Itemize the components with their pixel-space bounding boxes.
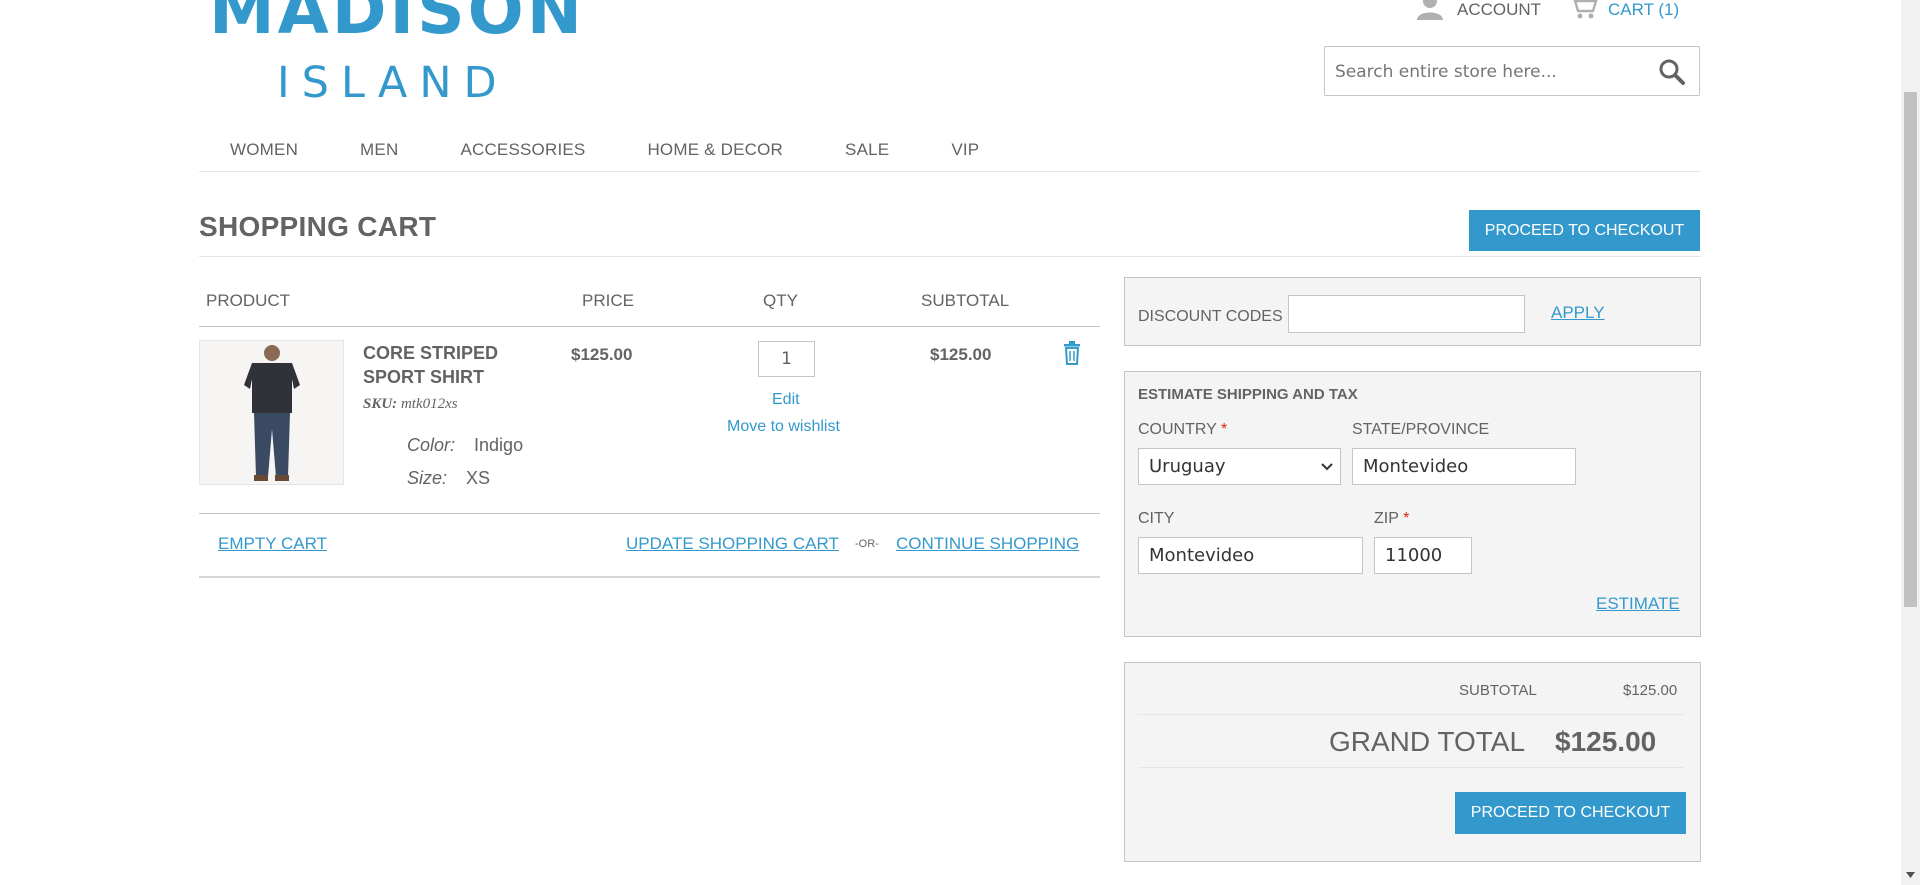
continue-shopping-link[interactable]: CONTINUE SHOPPING [896, 534, 1079, 554]
grand-total-label: GRAND TOTAL [1329, 726, 1526, 757]
update-shopping-cart-link[interactable]: UPDATE SHOPPING CART [626, 534, 839, 554]
item-price: $125.00 [571, 345, 633, 364]
zip-required-mark: * [1403, 510, 1410, 527]
product-option-color: Color: Indigo [407, 435, 523, 456]
subtotal-label: SUBTOTAL [1459, 682, 1537, 699]
product-sku: SKU: mtk012xs [363, 396, 458, 413]
proceed-to-checkout-button-bottom[interactable]: PROCEED TO CHECKOUT [1455, 792, 1686, 834]
estimate-shipping-title: ESTIMATE SHIPPING AND TAX [1138, 386, 1358, 403]
logo-wordmark-top[interactable]: MADISON [209, 0, 585, 44]
nav-item-men[interactable]: MEN [360, 140, 398, 171]
logo-wordmark-bottom[interactable]: ISLAND [277, 62, 509, 105]
cart-link[interactable]: CART (1) [1568, 0, 1679, 25]
country-select[interactable]: Uruguay [1138, 448, 1341, 485]
proceed-to-checkout-button-top[interactable]: PROCEED TO CHECKOUT [1469, 210, 1700, 251]
scrollbar-thumb[interactable] [1904, 92, 1917, 607]
option-color-value: Indigo [474, 435, 524, 455]
cart-label: CART (1) [1608, 0, 1680, 19]
totals-divider-top [1138, 714, 1684, 715]
nav-item-women[interactable]: WOMEN [230, 140, 298, 171]
option-size-label: Size: [407, 468, 448, 488]
totals-divider-bottom [1138, 767, 1684, 768]
account-link[interactable]: ACCOUNT [1415, 0, 1541, 25]
country-select-value: Uruguay [1149, 456, 1226, 477]
column-header-subtotal: SUBTOTAL [921, 291, 1010, 310]
table-header-divider [199, 326, 1100, 327]
city-input[interactable] [1138, 537, 1363, 574]
edit-item-link[interactable]: Edit [772, 391, 800, 409]
empty-cart-link[interactable]: EMPTY CART [218, 534, 327, 554]
account-icon [1415, 0, 1445, 25]
sku-value: mtk012xs [400, 396, 458, 412]
item-subtotal: $125.00 [930, 345, 992, 364]
title-divider [199, 256, 1701, 257]
account-label: ACCOUNT [1457, 0, 1542, 19]
or-separator: -OR- [855, 538, 879, 550]
nav-item-vip[interactable]: VIP [951, 140, 979, 171]
grand-total-value: $125.00 [1555, 726, 1657, 757]
search-input[interactable] [1335, 57, 1645, 87]
nav-item-accessories[interactable]: ACCESSORIES [460, 140, 585, 171]
city-label: CITY [1138, 510, 1175, 527]
column-header-price: PRICE [582, 291, 634, 310]
row-divider [199, 513, 1100, 514]
column-header-qty: QTY [763, 291, 798, 310]
state-province-input[interactable] [1352, 448, 1576, 485]
product-option-size: Size: XS [407, 468, 490, 489]
apply-discount-link[interactable]: APPLY [1551, 303, 1605, 323]
zip-label-text: ZIP [1374, 510, 1399, 527]
country-required-mark: * [1220, 421, 1228, 438]
qty-input[interactable] [758, 341, 815, 377]
state-province-label: STATE/PROVINCE [1352, 421, 1490, 438]
zip-label: ZIP * [1374, 510, 1409, 528]
country-label: COUNTRY * [1138, 421, 1227, 439]
zip-input[interactable] [1374, 537, 1472, 574]
move-to-wishlist-link[interactable]: Move to wishlist [727, 418, 840, 436]
country-label-text: COUNTRY [1138, 421, 1217, 438]
column-header-product: PRODUCT [206, 291, 291, 310]
estimate-link[interactable]: ESTIMATE [1596, 594, 1680, 614]
main-nav: WOMEN MEN ACCESSORIES HOME & DECOR SALE … [199, 140, 1701, 172]
nav-item-sale[interactable]: SALE [845, 140, 889, 171]
cart-icon [1568, 0, 1598, 25]
product-image[interactable] [199, 340, 344, 485]
option-size-value: XS [466, 468, 491, 488]
chevron-down-icon [1320, 456, 1334, 477]
option-color-label: Color: [407, 435, 456, 455]
scroll-down-arrow-icon[interactable] [1904, 867, 1917, 885]
nav-item-home-decor[interactable]: HOME & DECOR [647, 140, 783, 171]
discount-codes-label: DISCOUNT CODES [1138, 308, 1283, 325]
sku-label: SKU: [363, 396, 398, 412]
search-icon[interactable] [1659, 59, 1685, 90]
subtotal-value: $125.00 [1623, 682, 1678, 699]
search-box [1324, 46, 1700, 96]
trash-icon[interactable] [1062, 341, 1082, 370]
page-title: SHOPPING CART [199, 211, 437, 242]
product-name[interactable]: CORE STRIPED SPORT SHIRT [363, 341, 553, 389]
cart-footer-divider [199, 576, 1100, 578]
discount-code-input[interactable] [1288, 295, 1525, 333]
